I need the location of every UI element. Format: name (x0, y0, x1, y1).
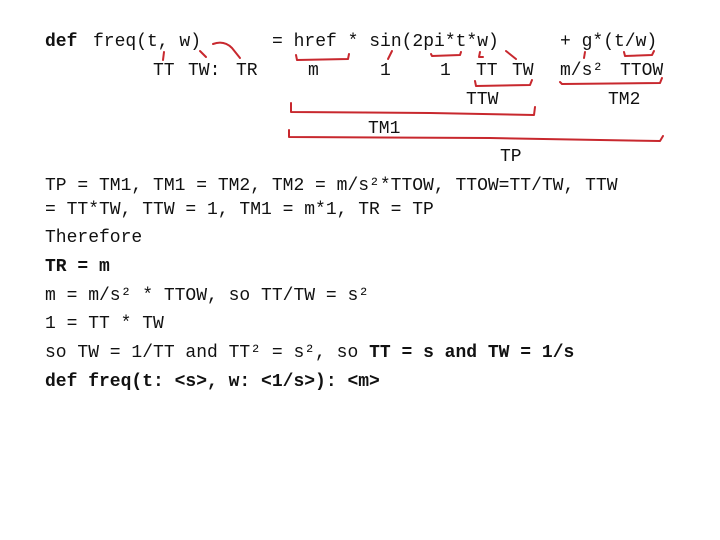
unit-label-sin: 1 (380, 61, 391, 81)
derivation-line-3: m = m/s² * TTOW, so TT/TW = s² (45, 286, 370, 306)
derivation-line-5-bold: TT = s and TW = 1/s (369, 343, 575, 363)
unit-label-w-inner: TW (512, 61, 534, 81)
unit-label-tm2: TM2 (608, 90, 641, 110)
bracket-href (295, 53, 350, 61)
derivation-line-5: so TW = 1/TT and TT² = s², so TT = s and… (45, 343, 574, 363)
curve-return (212, 41, 241, 59)
function-signature: freq(t, w) (93, 32, 202, 52)
unit-label-g: m/s² (560, 61, 604, 81)
slide: def freq(t, w) = href * sin(2pi*t*w) + g… (0, 0, 720, 540)
derivation-line-4: 1 = TT * TW (45, 314, 164, 334)
derivation-line-1: TP = TM1, TM1 = TM2, TM2 = m/s²*TTOW, TT… (45, 176, 618, 196)
equation-rhs-tail: + g*(t/w) (560, 32, 658, 52)
def-keyword: def (45, 32, 78, 52)
derivation-line-2: = TT*TW, TTW = 1, TM1 = m*1, TR = TP (45, 200, 434, 220)
unit-label-href: m (308, 61, 319, 81)
tick-w-inner (505, 50, 517, 60)
unit-label-w: TW: (188, 61, 221, 81)
derivation-line-5-plain: so TW = 1/TT and TT² = s², so (45, 343, 370, 363)
bracket-2pi (430, 51, 462, 57)
unit-label-ttow: TTOW (620, 61, 664, 81)
unit-label-2pi: 1 (440, 61, 451, 81)
final-signature: def freq(t: <s>, w: <1/s>): <m> (45, 372, 380, 392)
tick-t-inner (478, 51, 484, 58)
unit-label-t: TT (153, 61, 175, 81)
unit-label-tm1: TM1 (368, 119, 401, 139)
equation-rhs: = href * sin(2pi*t*w) (272, 32, 499, 52)
tick-t (162, 51, 165, 61)
tick-sin (387, 50, 393, 60)
tick-g (583, 51, 586, 59)
unit-label-ttw: TTW (466, 90, 499, 110)
result-line: TR = m (45, 257, 110, 277)
unit-label-t-inner: TT (476, 61, 498, 81)
unit-label-return: TR (236, 61, 258, 81)
unit-label-tp: TP (500, 147, 522, 167)
therefore-label: Therefore (45, 228, 143, 248)
bracket-tm1 (288, 129, 664, 142)
